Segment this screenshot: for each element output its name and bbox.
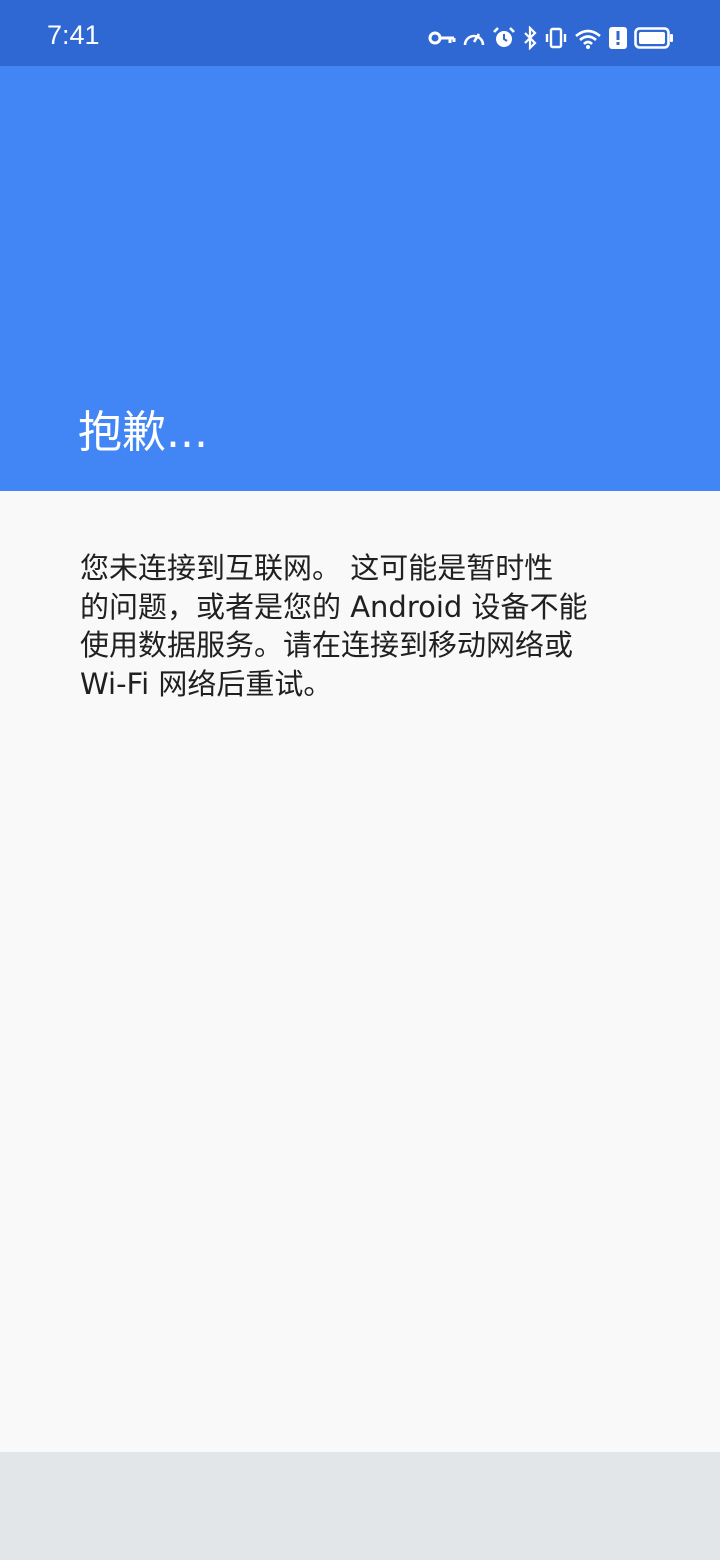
wifi-6-icon [574, 26, 602, 54]
bluetooth-icon [522, 25, 538, 54]
battery-icon [634, 26, 674, 54]
status-bar: 7:41 [0, 0, 720, 66]
error-message-line: 的问题，或者是您的 Android 设备不能 [80, 589, 588, 624]
alarm-icon [492, 26, 516, 54]
error-message-line: 您未连接到互联网。 这可能是暂时性 [80, 551, 554, 585]
error-message: 您未连接到互联网。 这可能是暂时性 的问题，或者是您的 Android 设备不能… [80, 549, 640, 703]
vibrate-icon [544, 26, 568, 54]
content-area: 您未连接到互联网。 这可能是暂时性 的问题，或者是您的 Android 设备不能… [0, 491, 720, 1452]
status-icons [428, 24, 674, 56]
page-title: 抱歉... [78, 407, 208, 458]
header: 抱歉... [0, 66, 720, 491]
status-time: 7:41 [47, 20, 100, 50]
error-message-line: 使用数据服务。请在连接到移动网络或 [80, 628, 574, 662]
speedometer-icon [462, 27, 486, 53]
vpn-key-icon [428, 28, 456, 52]
alert-icon [608, 26, 628, 54]
navigation-bar [0, 1452, 720, 1560]
error-message-line: Wi-Fi 网络后重试。 [80, 666, 333, 701]
